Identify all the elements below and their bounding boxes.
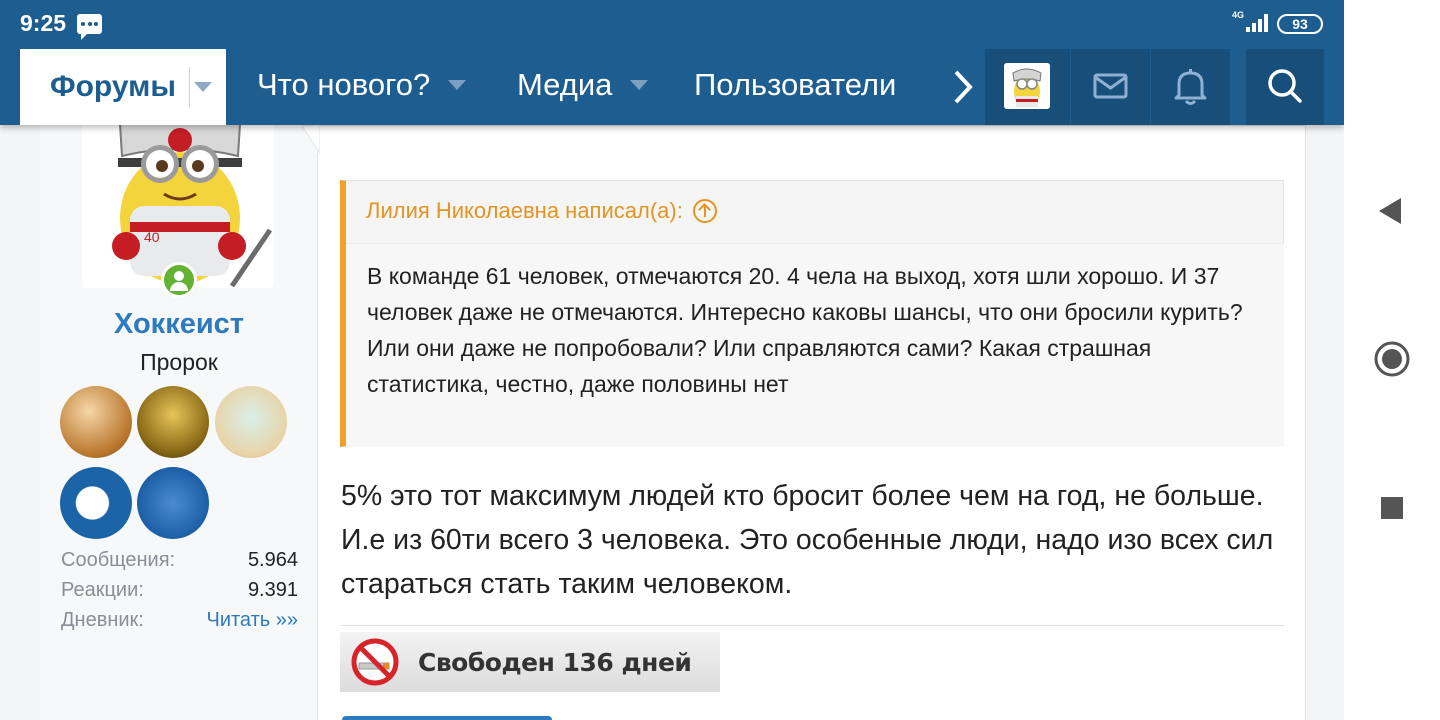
trophy-icon[interactable] (215, 386, 287, 458)
tab-divider (188, 67, 190, 107)
network-type: 4G (1232, 10, 1245, 20)
account-avatar[interactable] (1004, 63, 1050, 109)
tab-forums[interactable]: Форумы (20, 49, 226, 125)
quote-author[interactable]: Лилия Николаевна написал(а): (366, 198, 683, 224)
envelope-icon (1093, 73, 1128, 99)
stat-diary: Дневник: Читать »» (61, 609, 298, 632)
trophy-icon[interactable] (60, 386, 132, 458)
online-status-icon (161, 262, 197, 298)
signal-icon (1244, 14, 1268, 32)
nav-members[interactable]: Пользователи (694, 67, 896, 103)
back-icon[interactable] (1379, 198, 1401, 224)
stat-reactions: Реакции: 9.391 (61, 579, 298, 602)
signature-divider (341, 625, 1284, 626)
stat-label: Реакции: (61, 579, 144, 601)
trophy-icon[interactable] (60, 467, 132, 539)
quote-block: Лилия Николаевна написал(а): В команде 6… (340, 180, 1284, 447)
status-time: 9:25 (20, 10, 67, 36)
action-button[interactable] (342, 716, 552, 720)
chevron-down-icon[interactable] (448, 80, 467, 90)
nav-members-label: Пользователи (694, 67, 897, 102)
stat-messages: Сообщения: 5.964 (61, 549, 298, 572)
stat-label: Сообщения: (61, 549, 176, 571)
nav-whats-new[interactable]: Что нового? (257, 67, 467, 103)
system-nav-icons (1374, 198, 1410, 519)
diary-read-link[interactable]: Читать »» (206, 609, 298, 632)
nav-media-label: Медиа (517, 67, 613, 102)
quote-header[interactable]: Лилия Николаевна написал(а): (366, 198, 717, 224)
signature-banner: Свободен 136 дней (340, 632, 720, 692)
stat-value: 9.391 (247, 579, 298, 601)
arrow-up-circle-icon[interactable] (692, 199, 717, 223)
app-header: 9:25 4G 93 Форумы Что нового? Медиа Поль… (0, 0, 1344, 125)
alerts-button[interactable] (1151, 49, 1230, 125)
recents-icon[interactable] (1381, 497, 1403, 519)
chevron-down-icon[interactable] (193, 82, 212, 92)
quote-text: В команде 61 человек, отмечаются 20. 4 ч… (346, 243, 1284, 447)
trophy-icon[interactable] (137, 467, 209, 539)
chevron-right-icon[interactable] (948, 66, 978, 108)
inbox-button[interactable] (1071, 49, 1150, 125)
bell-icon (1174, 69, 1207, 105)
minion-avatar-icon (1004, 63, 1050, 109)
battery-indicator: 93 (1277, 14, 1323, 34)
signature-label: Свободен 136 дней (418, 647, 692, 677)
trophy-icon[interactable] (137, 386, 209, 458)
stat-label: Дневник: (61, 609, 144, 631)
no-smoking-icon (351, 638, 399, 686)
chevron-down-icon[interactable] (630, 80, 649, 90)
system-navigation-bar (1344, 0, 1440, 720)
nav-whats-new-label: Что нового? (257, 67, 431, 102)
post-body: 5% это тот максимум людей кто бросит бол… (341, 480, 1274, 600)
message-notification-icon (77, 14, 102, 40)
user-title: Пророк (140, 349, 218, 375)
search-button[interactable] (1246, 49, 1324, 125)
forum-screen: 40 Хоккеист Пророк Сообщения: 5.964 Реак… (0, 0, 1344, 720)
stat-value: 5.964 (247, 549, 298, 571)
search-icon (1268, 69, 1302, 103)
message-arrow (301, 125, 320, 153)
nav-media[interactable]: Медиа (517, 67, 649, 103)
username[interactable]: Хоккеист (40, 308, 318, 341)
tab-forums-label: Форумы (50, 70, 176, 103)
svg-text:40: 40 (144, 229, 160, 245)
